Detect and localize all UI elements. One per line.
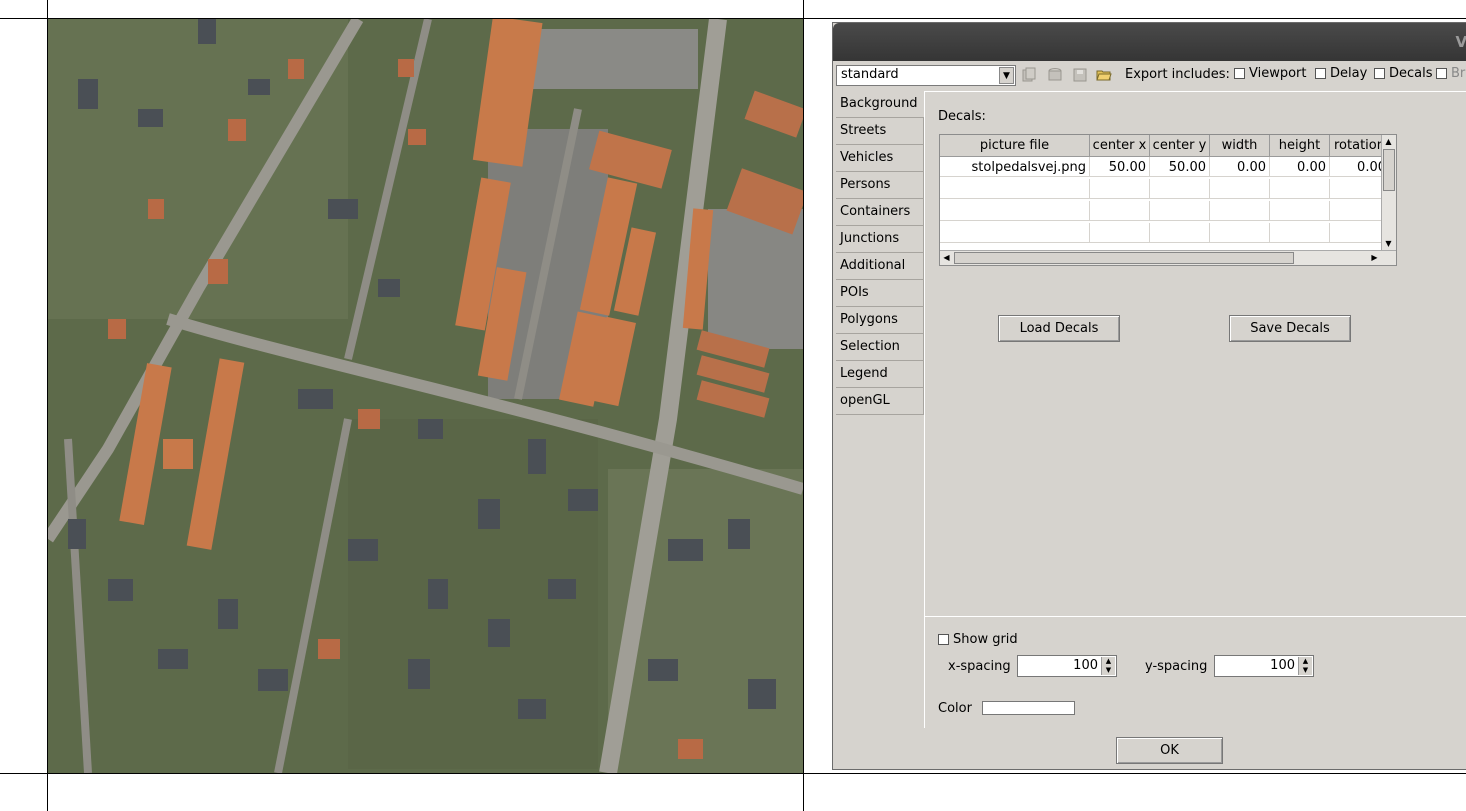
table-cell[interactable] <box>1270 179 1330 199</box>
tab-additional[interactable]: Additional <box>836 253 924 280</box>
load-decals-button[interactable]: Load Decals <box>998 315 1120 342</box>
title-bar[interactable]: Vi <box>833 23 1466 61</box>
open-folder-icon[interactable] <box>1096 67 1112 83</box>
column-header[interactable]: width <box>1210 135 1270 157</box>
table-cell[interactable]: 0.00 <box>1210 157 1270 177</box>
view-settings-dialog: Vi standard ▼ Export includes: Viewport … <box>832 22 1466 770</box>
checkbox-box[interactable] <box>938 634 949 645</box>
tab-background[interactable]: Background <box>836 91 924 118</box>
horizontal-scrollbar[interactable]: ◀ ▶ <box>940 250 1396 265</box>
dialog-title: Vi <box>1455 33 1466 51</box>
table-cell[interactable] <box>1150 179 1210 199</box>
table-row: stolpedalsvej.png 50.00 50.00 0.00 0.00 … <box>940 157 1396 179</box>
tab-vehicles[interactable]: Vehicles <box>836 145 924 172</box>
grid-settings: Show grid x-spacing 100 ▲ ▼ y-spacing 100… <box>924 616 1466 728</box>
tab-streets[interactable]: Streets <box>836 118 924 145</box>
scrollbar-thumb[interactable] <box>1383 149 1395 191</box>
scrollbar-thumb[interactable] <box>954 252 1294 264</box>
table-cell[interactable] <box>940 179 1090 199</box>
table-cell[interactable] <box>1090 223 1150 243</box>
y-spacing-input[interactable]: 100 ▲ ▼ <box>1214 655 1314 677</box>
color-label: Color <box>938 701 972 716</box>
checkbox-box[interactable] <box>1374 68 1385 79</box>
table-cell[interactable]: 50.00 <box>1150 157 1210 177</box>
y-spacing-label: y-spacing <box>1145 659 1208 674</box>
tab-legend[interactable]: Legend <box>836 361 924 388</box>
checkbox-label: Decals <box>1389 66 1433 81</box>
checkbox-label: Viewport <box>1249 66 1307 81</box>
spinner-arrows-icon[interactable]: ▲ ▼ <box>1298 657 1312 675</box>
table-cell[interactable]: 50.00 <box>1090 157 1150 177</box>
background-panel: Decals: picture file center x center y w… <box>924 91 1466 616</box>
tab-polygons[interactable]: Polygons <box>836 307 924 334</box>
settings-tabs: Background Streets Vehicles Persons Cont… <box>836 91 924 415</box>
table-cell[interactable] <box>1270 223 1330 243</box>
decals-heading: Decals: <box>938 109 986 124</box>
checkbox-box[interactable] <box>1315 68 1326 79</box>
vertical-scrollbar[interactable]: ▲ ▼ <box>1381 135 1396 265</box>
tab-pois[interactable]: POIs <box>836 280 924 307</box>
scroll-up-icon[interactable]: ▲ <box>1382 135 1395 148</box>
grid-color-swatch[interactable] <box>982 701 1075 715</box>
tab-persons[interactable]: Persons <box>836 172 924 199</box>
aerial-decal-image[interactable] <box>48 19 803 773</box>
scroll-right-icon[interactable]: ▶ <box>1368 251 1381 264</box>
column-header[interactable]: height <box>1270 135 1330 157</box>
table-cell[interactable] <box>1210 223 1270 243</box>
export-includes-label: Export includes: <box>1125 67 1230 82</box>
table-cell[interactable]: stolpedalsvej.png <box>940 157 1090 177</box>
grid-line <box>803 0 804 811</box>
column-header[interactable]: center y <box>1150 135 1210 157</box>
x-spacing-value: 100 <box>1073 658 1098 673</box>
table-row <box>940 179 1396 201</box>
tab-junctions[interactable]: Junctions <box>836 226 924 253</box>
tab-opengl[interactable]: openGL <box>836 388 924 415</box>
table-cell[interactable] <box>940 201 1090 221</box>
chevron-down-icon[interactable]: ▼ <box>999 67 1014 84</box>
table-cell[interactable] <box>1150 201 1210 221</box>
tab-selection[interactable]: Selection <box>836 334 924 361</box>
x-spacing-input[interactable]: 100 ▲ ▼ <box>1017 655 1117 677</box>
viewport-checkbox[interactable]: Viewport <box>1234 66 1307 81</box>
x-spacing-label: x-spacing <box>948 659 1011 674</box>
table-cell[interactable] <box>940 223 1090 243</box>
table-cell[interactable] <box>1090 179 1150 199</box>
column-header[interactable]: center x <box>1090 135 1150 157</box>
grid-line <box>0 773 1466 774</box>
table-cell[interactable]: 0.00 <box>1270 157 1330 177</box>
scheme-select[interactable]: standard ▼ <box>836 65 1016 86</box>
scroll-left-icon[interactable]: ◀ <box>940 251 953 264</box>
decals-table[interactable]: picture file center x center y width hei… <box>939 134 1397 266</box>
y-spacing-value: 100 <box>1270 658 1295 673</box>
save-icon[interactable] <box>1072 67 1088 83</box>
checkbox-box[interactable] <box>1436 68 1447 79</box>
checkbox-box[interactable] <box>1234 68 1245 79</box>
show-grid-label: Show grid <box>953 632 1018 647</box>
save-decals-button[interactable]: Save Decals <box>1229 315 1351 342</box>
toolbar: standard ▼ Export includes: Viewport Del… <box>833 61 1466 89</box>
checkbox-label: Br <box>1451 66 1466 81</box>
copy-scheme-icon[interactable] <box>1021 67 1037 83</box>
decals-checkbox[interactable]: Decals <box>1374 66 1433 81</box>
checkbox-label: Delay <box>1330 66 1368 81</box>
delete-scheme-icon[interactable] <box>1047 67 1063 83</box>
table-row <box>940 223 1396 245</box>
show-grid-checkbox[interactable]: Show grid <box>938 632 1018 647</box>
scheme-select-value: standard <box>841 67 899 82</box>
table-row <box>940 201 1396 223</box>
ok-button[interactable]: OK <box>1116 737 1223 764</box>
table-header-row: picture file center x center y width hei… <box>940 135 1396 157</box>
delay-checkbox[interactable]: Delay <box>1315 66 1367 81</box>
table-cell[interactable] <box>1270 201 1330 221</box>
column-header[interactable]: picture file <box>940 135 1090 157</box>
table-cell[interactable] <box>1150 223 1210 243</box>
table-cell[interactable] <box>1210 179 1270 199</box>
spinner-arrows-icon[interactable]: ▲ ▼ <box>1101 657 1115 675</box>
scroll-down-icon[interactable]: ▼ <box>1382 237 1395 250</box>
table-cell[interactable] <box>1210 201 1270 221</box>
br-checkbox[interactable]: Br <box>1436 66 1465 81</box>
tab-containers[interactable]: Containers <box>836 199 924 226</box>
table-cell[interactable] <box>1090 201 1150 221</box>
